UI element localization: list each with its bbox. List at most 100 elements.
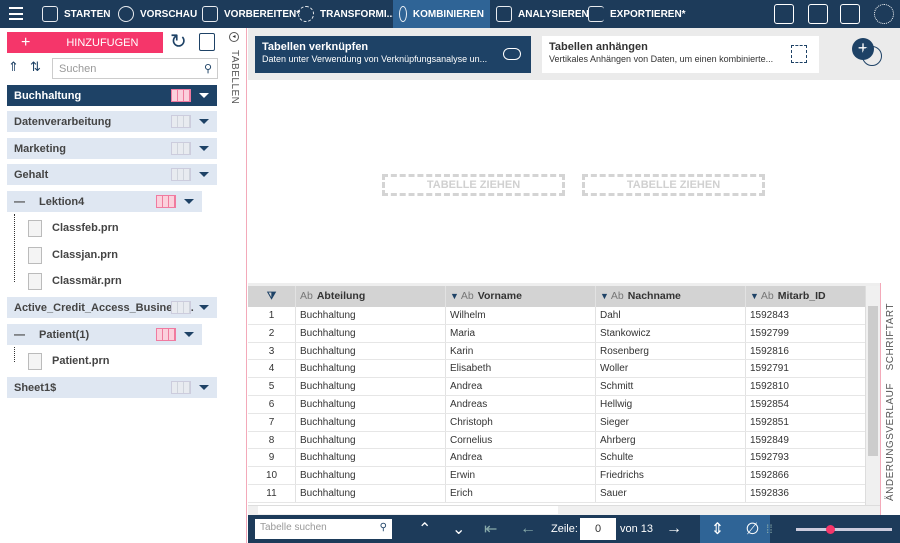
font-panel-tab[interactable]: SCHRIFTART [885,303,896,370]
append-tables-card[interactable]: Tabellen anhängen Vertikales Anhängen von… [542,36,819,73]
chevron-down-icon[interactable] [199,93,209,98]
sort-down-icon[interactable]: ▼ [600,291,609,301]
refresh-icon[interactable]: ↻ [170,32,187,52]
table-cell: Hellwig [595,395,745,413]
row-height-icon[interactable]: ⇕ [700,515,735,543]
gear-icon[interactable] [874,4,894,24]
first-icon[interactable]: ⇤ [484,515,497,543]
tab-vorschau[interactable]: VORSCHAU [112,0,203,28]
table-row[interactable]: 5 Buchhaltung Andrea Schmitt 1592810 [248,378,865,396]
table-row[interactable]: 10 Buchhaltung Erwin Friedrichs 1592866 [248,467,865,485]
tab-transformieren[interactable]: TRANSFORMI... [292,0,401,28]
row-number: 10 [265,470,278,482]
group-datenverarbeitung[interactable]: Datenverarbeitung [7,111,217,132]
menu-icon[interactable] [9,7,23,20]
group-lektion4[interactable]: — Lektion4 [7,191,202,212]
window-icon[interactable] [808,4,828,24]
table-cell: 1592849 [745,431,865,449]
null-icon[interactable]: ∅ [735,515,770,543]
search-input[interactable]: Suchen ⚲ [52,58,218,79]
chevron-down-icon[interactable] [199,119,209,124]
file-item[interactable]: Classfeb.prn [28,218,119,238]
table-cell: Buchhaltung [295,378,445,395]
tables-icon [156,328,176,341]
sort-down-icon[interactable]: ▼ [450,291,459,301]
table-cell: Buchhaltung [295,395,445,413]
table-row[interactable]: 6 Buchhaltung Andreas Hellwig 1592854 [248,395,865,414]
drop-zone-1[interactable]: TABELLE ZIEHEN [382,174,565,196]
vertical-scrollbar[interactable] [865,286,880,505]
zoom-slider[interactable] [796,525,892,534]
help-book-icon[interactable] [840,4,860,24]
row-number: 8 [268,434,275,446]
tables-sidebar-strip[interactable]: ◂ TABELLEN [224,28,246,543]
row-number: 6 [268,398,275,410]
column-header-nachname[interactable]: ▼ Ab Nachname [595,286,745,307]
group-sheet1[interactable]: Sheet1$ [7,377,217,398]
file-item[interactable]: Patient.prn [28,351,109,371]
tables-panel: + HINZUFUGEN ↻ ⇑ ⇅ Suchen ⚲ ◂ TABELLEN Buc… [0,28,247,543]
column-header-abteilung[interactable]: Ab Abteilung [295,286,445,307]
table-row[interactable]: 8 Buchhaltung Cornelius Ahrberg 1592849 [248,431,865,450]
tab-exportieren[interactable]: EXPORTIEREN* [582,0,692,28]
tab-analysieren[interactable]: ANALYSIEREN [490,0,595,28]
settings-icon[interactable] [199,33,215,51]
table-cell: Buchhaltung [295,307,445,324]
tab-kombinieren[interactable]: KOMBINIEREN [393,0,490,28]
chevron-down-icon[interactable] [184,199,194,204]
info-panel-icon[interactable] [774,4,794,24]
group-gehalt[interactable]: Gehalt [7,164,217,185]
column-header-mitarb-id[interactable]: ▼ Ab Mitarb_ID [745,286,865,307]
table-row[interactable]: 1 Buchhaltung Wilhelm Dahl 1592843 [248,307,865,325]
table-row[interactable]: 2 Buchhaltung Maria Stankowicz 1592799 [248,324,865,343]
table-cell: 1592799 [745,324,865,342]
chevron-down-icon[interactable] [199,146,209,151]
group-marketing[interactable]: Marketing [7,138,217,159]
chevron-down-icon[interactable] [199,385,209,390]
file-item[interactable]: Classmär.prn [28,271,122,291]
clipboard-icon [496,6,512,22]
row-total: von 13 [620,523,654,535]
file-item[interactable]: Classjan.prn [28,245,118,265]
export-icon [588,6,604,22]
collapse-icon[interactable]: ◂ [229,32,239,42]
horizontal-scrollbar[interactable] [248,505,880,515]
tab-vorbereiten[interactable]: VORBEREITEN* [196,0,306,28]
search-icon: ⚲ [379,522,387,533]
collapse-columns-icon[interactable]: ⁞⁞ [766,515,773,543]
tab-starten[interactable]: STARTEN [36,0,116,28]
chevron-down-icon[interactable] [184,332,194,337]
table-row[interactable]: 4 Buchhaltung Elisabeth Woller 1592791 [248,360,865,379]
table-row[interactable]: 3 Buchhaltung Karin Rosenberg 1592816 [248,342,865,361]
row-label: Zeile: [551,523,578,535]
sort-down-icon[interactable]: ▼ [750,291,759,301]
up-icon[interactable]: ⌃ [418,515,431,543]
group-active-credit[interactable]: Active_Credit_Access_Business... [7,297,217,318]
row-input[interactable]: 0 [580,518,616,540]
chevron-down-icon[interactable] [199,172,209,177]
add-button[interactable]: + HINZUFUGEN [7,32,163,53]
join-tables-card[interactable]: Tabellen verknüpfen Daten unter Verwendun… [255,36,531,73]
group-buchhaltung[interactable]: Buchhaltung [7,85,217,106]
table-icon [171,142,191,155]
table-row[interactable]: 7 Buchhaltung Christoph Sieger 1592851 [248,413,865,432]
table-row[interactable]: 9 Buchhaltung Andrea Schulte 1592793 [248,449,865,468]
minus-icon[interactable]: — [14,196,25,208]
plus-icon: + [21,33,31,51]
table-cell: Elisabeth [445,360,595,378]
table-cell: 1592836 [745,484,865,502]
drop-zone-2[interactable]: TABELLE ZIEHEN [582,174,765,196]
filter-icon[interactable]: ⧩ [248,286,295,307]
chevron-down-icon[interactable] [199,305,209,310]
column-header-vorname[interactable]: ▼ Ab Vorname [445,286,595,307]
group-patient[interactable]: — Patient(1) [7,324,202,345]
next-icon[interactable]: → [666,515,682,543]
prev-icon[interactable]: ← [520,515,536,543]
minus-icon[interactable]: — [14,329,25,341]
table-row[interactable]: 11 Buchhaltung Erich Sauer 1592836 [248,484,865,503]
collapse-all-icon[interactable]: ⇑ [8,59,19,75]
table-search-input[interactable]: Tabelle suchen ⚲ [255,519,392,539]
sort-icon[interactable]: ⇅ [30,59,41,75]
history-panel-tab[interactable]: ÄNDERUNGSVERLAUF [885,383,896,501]
down-icon[interactable]: ⌄ [452,515,465,543]
